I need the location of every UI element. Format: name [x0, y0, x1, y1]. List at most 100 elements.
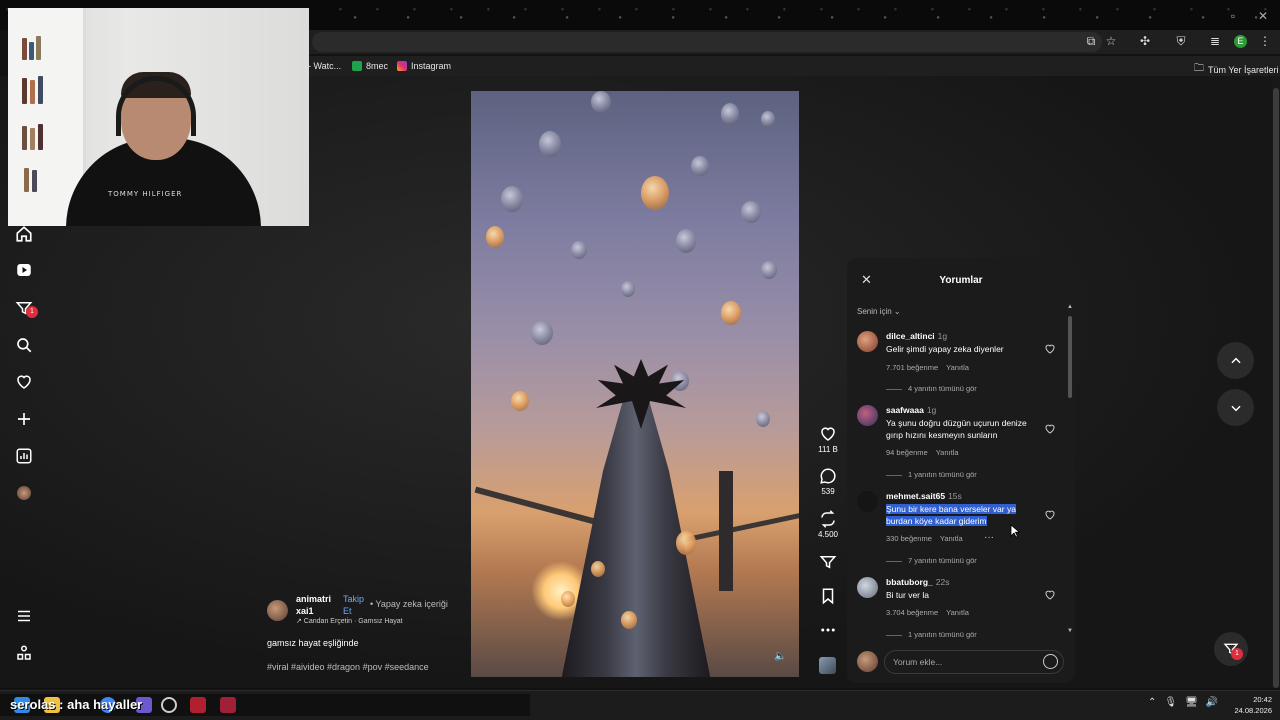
system-tray: ⌃ 🎙 🖥 🔊 [1148, 697, 1218, 708]
heart-icon[interactable] [1044, 423, 1056, 435]
reply-button[interactable]: Yanıtla [946, 363, 969, 372]
repost-count: 4.500 [817, 530, 839, 539]
bookmark-item[interactable]: Instagram [397, 61, 451, 71]
profile-avatar[interactable]: E [1234, 35, 1247, 48]
comment-more-dots-icon[interactable]: ··· [984, 532, 994, 543]
previous-video-button[interactable] [1217, 342, 1254, 379]
author-name[interactable]: animatri xai1 [296, 593, 336, 617]
chevron-down-icon: ⌄ [893, 307, 901, 316]
reply-button[interactable]: Yanıtla [936, 448, 959, 457]
more-button[interactable] [812, 621, 844, 641]
repost-button[interactable]: 4.500 [812, 510, 844, 539]
emoji-icon[interactable] [1043, 654, 1058, 669]
video-player[interactable] [471, 91, 799, 677]
comment-text: Bi tur ver la [886, 590, 929, 600]
author-avatar[interactable] [267, 600, 288, 621]
extensions-icon[interactable]: ✣ [1138, 34, 1152, 48]
comment-meta: 7.701 beğenme Yanıtla [886, 363, 969, 372]
shield-icon[interactable]: ⛨ [1174, 34, 1188, 48]
bookmark-button[interactable] [812, 587, 844, 607]
comment-button[interactable]: 539 [812, 467, 844, 496]
webcam-overlay: TOMMY HILFIGER [8, 8, 309, 226]
sound-link[interactable]: ↗ Candan Erçetin · Gamsız Hayat [296, 617, 403, 625]
heart-icon [821, 427, 835, 441]
plus-icon[interactable] [14, 409, 34, 429]
inbox-float-badge: 1 [1231, 648, 1243, 660]
inbox-float-button[interactable] [1214, 632, 1248, 666]
follow-button[interactable]: Takip Et [343, 593, 365, 617]
share-button[interactable] [812, 553, 844, 573]
explore-video-icon[interactable] [14, 260, 34, 280]
heart-icon[interactable] [1044, 343, 1056, 355]
bridge-tower [719, 471, 733, 591]
scroll-up-arrow-icon[interactable]: ▲ [1067, 304, 1073, 310]
more-dots-icon [821, 628, 835, 632]
analytics-icon[interactable] [14, 446, 34, 466]
instagram-icon [397, 61, 407, 71]
heart-icon[interactable] [1044, 509, 1056, 521]
page-scrollbar-thumb[interactable] [1273, 88, 1279, 688]
restore-window-icon[interactable]: ▫ [1226, 9, 1240, 23]
app-icon[interactable] [220, 697, 236, 713]
obs-icon[interactable] [161, 697, 177, 713]
install-app-icon[interactable]: ⧉ [1084, 34, 1098, 48]
microphone-icon[interactable]: 🎙 [1164, 697, 1177, 708]
view-replies-button[interactable]: 7 yanıtın tümünü gör [886, 556, 977, 565]
network-icon[interactable]: 🖥 [1185, 697, 1198, 708]
view-replies-button[interactable]: 1 yanıtın tümünü gör [886, 470, 977, 479]
heart-icon[interactable] [1044, 589, 1056, 601]
heart-icon[interactable] [14, 372, 34, 392]
bookmark-icon [822, 588, 834, 605]
next-video-button[interactable] [1217, 389, 1254, 426]
volume-icon[interactable]: 🔊 [1206, 697, 1218, 708]
media-icon[interactable]: ≣ [1208, 34, 1222, 48]
shirt-logo-text: TOMMY HILFIGER [108, 190, 183, 198]
chevron-up-icon[interactable]: ⌃ [1148, 697, 1156, 708]
comment-avatar[interactable] [857, 491, 878, 512]
bookmark-star-icon[interactable]: ☆ [1104, 34, 1118, 48]
like-button[interactable]: 111 B [812, 425, 844, 454]
comment-username[interactable]: bbatuborg_ 22s [886, 577, 949, 587]
bookmarks-bar: - Watc... 8mec Instagram 🗀 Tüm Yer İşare… [308, 56, 1280, 76]
bookmark-item[interactable]: 8mec [352, 61, 388, 71]
comment-avatar[interactable] [857, 331, 878, 352]
ai-content-label: • Yapay zeka içeriği [370, 599, 448, 609]
search-icon[interactable] [14, 335, 34, 355]
comment-input[interactable] [884, 650, 1064, 674]
sound-thumbnail[interactable] [819, 657, 836, 674]
comment-text: Ya şunu doğru düzgün uçurun denize gırıp… [886, 418, 1027, 440]
address-bar[interactable] [312, 32, 1102, 52]
hamburger-menu-icon[interactable] [14, 606, 34, 626]
volume-icon[interactable]: 🔈 [774, 651, 786, 663]
comment-username[interactable]: mehmet.sait65 15s [886, 491, 962, 501]
post-hashtags[interactable]: #viral #aivideo #dragon #pov #seedance [267, 662, 429, 672]
comments-scrollbar-thumb[interactable] [1068, 316, 1072, 398]
taskbar-clock[interactable]: 20:42 24.08.2026 [1222, 694, 1272, 716]
menu-kebab-icon[interactable]: ⋮ [1258, 34, 1272, 48]
view-replies-button[interactable]: 4 yanıtın tümünü gör [886, 384, 977, 393]
my-avatar [857, 651, 878, 672]
comment-meta: 94 beğenme Yanıtla [886, 448, 959, 457]
reply-button[interactable]: Yanıtla [940, 534, 963, 543]
reply-button[interactable]: Yanıtla [946, 608, 969, 617]
comments-filter-dropdown[interactable]: Senin için ⌄ [857, 307, 901, 316]
apps-grid-icon[interactable] [14, 643, 34, 663]
comment-username[interactable]: saafwaaa 1g [886, 405, 936, 415]
share-icon [819, 556, 837, 569]
comment-avatar[interactable] [857, 405, 878, 426]
like-count: 111 B [818, 445, 838, 454]
chevron-up-icon [1230, 357, 1241, 363]
home-icon[interactable] [14, 224, 34, 244]
close-window-icon[interactable]: ✕ [1256, 9, 1270, 23]
view-replies-button[interactable]: 1 yanıtın tümünü gör [886, 630, 977, 639]
scroll-down-arrow-icon[interactable]: ▼ [1067, 628, 1073, 634]
comments-title: Yorumlar [939, 275, 983, 286]
comment-username[interactable]: dilce_altinci 1g [886, 331, 947, 341]
app-icon[interactable] [190, 697, 206, 713]
bookmark-item[interactable]: - Watc... [308, 61, 341, 71]
close-icon[interactable]: ✕ [861, 273, 875, 287]
profile-avatar-icon[interactable] [14, 483, 34, 503]
dragon-crest [596, 359, 686, 429]
comment-icon [820, 468, 836, 484]
comment-avatar[interactable] [857, 577, 878, 598]
